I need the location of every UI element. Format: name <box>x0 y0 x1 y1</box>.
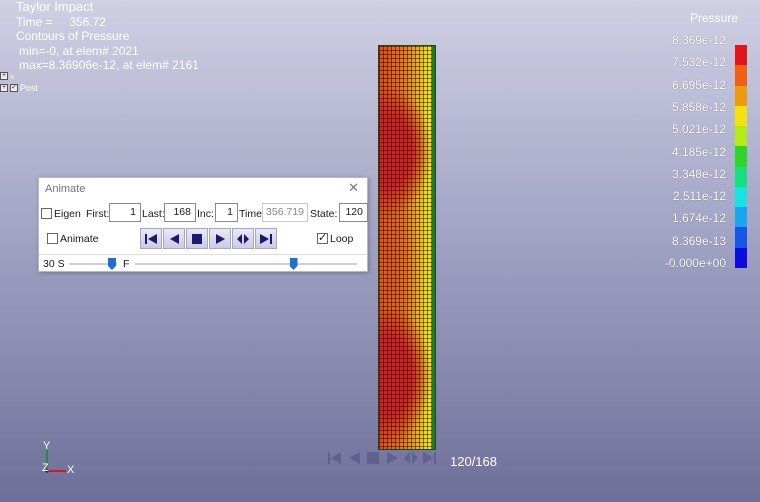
play-icon[interactable] <box>209 228 231 249</box>
tree-item-label: Post <box>20 83 39 93</box>
first-label: First: <box>86 208 110 220</box>
close-icon[interactable]: ✕ <box>348 180 359 196</box>
skip-to-last-icon[interactable] <box>255 228 277 249</box>
dialog-divider <box>39 254 367 255</box>
slider-row: 30 S F <box>39 256 367 272</box>
inc-field[interactable]: 1 <box>215 203 238 222</box>
tree-item-post[interactable]: + ✓ Post <box>0 82 38 94</box>
expand-icon[interactable]: + <box>0 72 8 80</box>
animate-dialog: Animate ✕ Eigen First: 1 Last: 168 Inc: … <box>38 177 368 272</box>
skip-to-last-icon[interactable] <box>421 449 439 466</box>
last-label: Last: <box>142 208 165 220</box>
step-back-icon[interactable] <box>345 449 363 466</box>
state-field[interactable]: 120 <box>339 203 368 222</box>
legend-label: 3.348e-12 <box>671 167 726 181</box>
stop-icon[interactable] <box>364 449 382 466</box>
legend-label: 6.695e-12 <box>671 78 726 92</box>
legend-swatch <box>735 65 747 86</box>
max-readout: max=8.36906e-12, at elem# 2161 <box>19 58 199 72</box>
legend-swatch <box>735 207 747 228</box>
legend-label: 2.511e-12 <box>672 189 726 203</box>
loop-label: Loop <box>330 233 354 245</box>
skip-to-first-icon[interactable] <box>140 228 162 249</box>
range-row: Eigen First: 1 Last: 168 Inc: 1 Time: 35… <box>39 203 368 225</box>
legend-swatch <box>735 227 747 248</box>
legend-label: 4.185e-12 <box>671 145 726 159</box>
step-forward-icon[interactable] <box>402 449 420 466</box>
legend-swatch <box>735 45 747 66</box>
inc-label: Inc: <box>197 208 214 220</box>
legend-label: -0.000e+00 <box>664 256 726 270</box>
time-readout: Time = 356.72 <box>16 14 106 29</box>
legend-title: Pressure <box>689 11 738 25</box>
legend-swatch <box>735 247 747 268</box>
legend-swatch <box>735 186 747 208</box>
animate-label: Animate <box>60 233 99 245</box>
step-back-icon[interactable] <box>163 228 185 249</box>
time-field: 356.719 <box>262 203 308 222</box>
speed-slider-thumb[interactable] <box>108 258 116 270</box>
chevron-right-icon: » <box>10 71 15 81</box>
min-readout: min=-0, at elem# 2021 <box>19 43 139 58</box>
z-axis-label: Z <box>42 462 49 474</box>
first-field[interactable]: 1 <box>109 203 141 222</box>
legend-label: 1.674e-12 <box>671 211 726 225</box>
legend-label: 7.532e-12 <box>671 55 726 69</box>
legend-swatch <box>735 105 747 127</box>
visibility-checkbox[interactable]: ✓ <box>10 84 18 92</box>
axis-triad: Y Z X <box>42 440 75 476</box>
legend-label: 5.858e-12 <box>671 100 726 114</box>
eigen-checkbox[interactable] <box>41 208 52 219</box>
dialog-title: Animate <box>45 183 86 195</box>
skip-to-first-icon[interactable] <box>326 449 344 466</box>
legend-swatch <box>735 166 747 187</box>
speed-slow-label: 30 S <box>43 258 65 270</box>
expand-icon[interactable]: + <box>0 84 8 92</box>
legend-swatch <box>735 126 747 147</box>
mesh-edge <box>432 46 435 449</box>
x-axis-label: X <box>67 464 75 476</box>
play-icon[interactable] <box>383 449 401 466</box>
mesh-model[interactable] <box>378 45 436 450</box>
frame-counter: 120/168 <box>450 454 497 469</box>
speed-fast-label: F <box>123 258 130 270</box>
state-slider-track[interactable] <box>135 263 357 265</box>
legend-swatch <box>735 85 747 106</box>
eigen-label: Eigen <box>54 208 81 220</box>
state-label: State: <box>310 208 338 220</box>
loop-checkbox[interactable] <box>317 231 328 244</box>
time-label: Time: <box>239 208 265 220</box>
last-field[interactable]: 168 <box>164 203 196 222</box>
tree-row-expand[interactable]: + » <box>0 70 38 82</box>
legend-label: 8.369e-13 <box>671 234 726 248</box>
color-legend-bar <box>735 45 747 268</box>
bottom-transport-bar <box>326 449 439 467</box>
contours-label: Contours of Pressure <box>16 29 130 43</box>
model-title: Taylor Impact <box>16 0 94 14</box>
state-slider-thumb[interactable] <box>289 258 298 270</box>
model-tree: + » + ✓ Post <box>0 70 38 94</box>
step-forward-icon[interactable] <box>232 228 254 249</box>
legend-label: 5.021e-12 <box>671 122 726 136</box>
stop-icon[interactable] <box>186 228 208 249</box>
model-info-overlay: Taylor Impact Time = 356.72 Contours of … <box>16 0 199 73</box>
legend-label: 8.369e-12 <box>671 33 726 47</box>
graphics-viewport[interactable]: Taylor Impact Time = 356.72 Contours of … <box>0 0 760 502</box>
animate-checkbox[interactable] <box>47 233 58 244</box>
mesh-grid <box>379 46 435 449</box>
legend-swatch <box>735 146 747 167</box>
transport-row: Animate Loop <box>39 228 367 250</box>
y-axis-label: Y <box>43 440 51 452</box>
